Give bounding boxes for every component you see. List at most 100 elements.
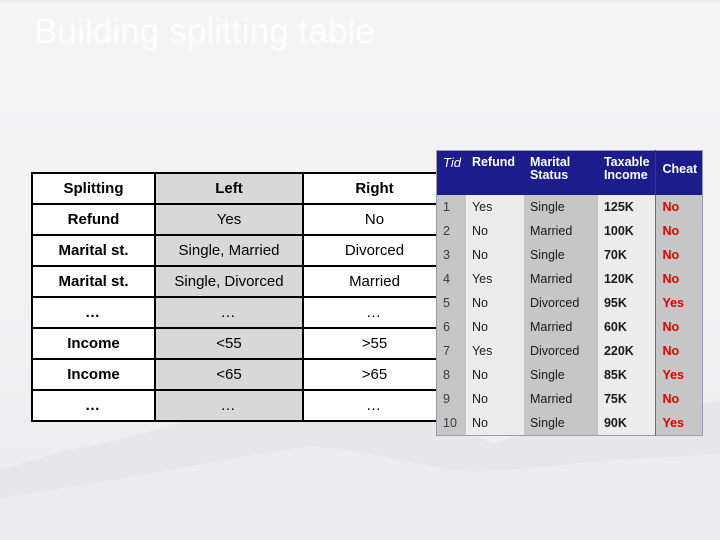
cell-cheat: No bbox=[655, 194, 703, 219]
table-row: Income <65 >65 bbox=[31, 358, 447, 391]
splitting-right: No bbox=[302, 203, 447, 236]
cell-tid: 10 bbox=[436, 410, 466, 435]
cell-marital: Single bbox=[523, 362, 598, 387]
table-row: 4 Yes Married 120K No bbox=[436, 266, 703, 291]
splitting-header-left: Left bbox=[154, 172, 304, 205]
cell-cheat: Yes bbox=[655, 290, 703, 315]
cell-refund: No bbox=[465, 314, 524, 339]
page-title: Building splitting table bbox=[34, 12, 375, 51]
splitting-right: Divorced bbox=[302, 234, 447, 267]
cell-income: 60K bbox=[597, 314, 656, 339]
cell-refund: No bbox=[465, 290, 524, 315]
cell-tid: 7 bbox=[436, 338, 466, 363]
cell-tid: 8 bbox=[436, 362, 466, 387]
income-header-line1: Taxable bbox=[603, 155, 650, 169]
income-header-line2: Income bbox=[603, 168, 648, 182]
splitting-attribute: … bbox=[31, 296, 156, 329]
cell-marital: Divorced bbox=[523, 338, 598, 363]
cell-cheat: Yes bbox=[655, 362, 703, 387]
cell-refund: No bbox=[465, 242, 524, 267]
table-row: 3 No Single 70K No bbox=[436, 242, 703, 267]
data-header-tid: Tid bbox=[436, 150, 466, 195]
splitting-attribute: Income bbox=[31, 358, 156, 391]
table-row: 6 No Married 60K No bbox=[436, 314, 703, 339]
table-row: 2 No Married 100K No bbox=[436, 218, 703, 243]
cell-tid: 2 bbox=[436, 218, 466, 243]
cell-income: 220K bbox=[597, 338, 656, 363]
cell-income: 125K bbox=[597, 194, 656, 219]
cell-tid: 9 bbox=[436, 386, 466, 411]
cell-refund: Yes bbox=[465, 194, 524, 219]
table-row: 1 Yes Single 125K No bbox=[436, 194, 703, 219]
cell-income: 75K bbox=[597, 386, 656, 411]
splitting-table: Splitting Left Right Refund Yes No Marit… bbox=[31, 172, 447, 422]
cell-cheat: No bbox=[655, 242, 703, 267]
table-row: Marital st. Single, Married Divorced bbox=[31, 234, 447, 267]
splitting-attribute: Income bbox=[31, 327, 156, 360]
data-table-body: 1 Yes Single 125K No 2 No Married 100K N… bbox=[436, 194, 703, 435]
splitting-table-header-row: Splitting Left Right bbox=[31, 172, 447, 205]
table-row: Marital st. Single, Divorced Married bbox=[31, 265, 447, 298]
data-header-refund: Refund bbox=[465, 150, 524, 195]
splitting-header-right: Right bbox=[302, 172, 447, 205]
splitting-header-splitting: Splitting bbox=[31, 172, 156, 205]
data-header-cheat: Cheat bbox=[655, 150, 703, 195]
cell-refund: No bbox=[465, 386, 524, 411]
cell-marital: Married bbox=[523, 386, 598, 411]
cell-income: 70K bbox=[597, 242, 656, 267]
data-table-header: Tid Refund Marital Status Taxable Income C… bbox=[436, 150, 703, 195]
splitting-left: … bbox=[154, 296, 304, 329]
marital-header-line2: Status bbox=[529, 168, 569, 182]
cell-marital: Divorced bbox=[523, 290, 598, 315]
cell-cheat: No bbox=[655, 266, 703, 291]
splitting-left: … bbox=[154, 389, 304, 422]
background-top-rule bbox=[0, 0, 720, 2]
cell-marital: Married bbox=[523, 266, 598, 291]
cell-refund: No bbox=[465, 410, 524, 435]
splitting-right: >55 bbox=[302, 327, 447, 360]
splitting-attribute: Marital st. bbox=[31, 234, 156, 267]
table-row: Refund Yes No bbox=[31, 203, 447, 236]
cell-tid: 6 bbox=[436, 314, 466, 339]
cell-marital: Single bbox=[523, 410, 598, 435]
cell-income: 120K bbox=[597, 266, 656, 291]
cell-refund: Yes bbox=[465, 266, 524, 291]
cell-tid: 3 bbox=[436, 242, 466, 267]
table-row: 7 Yes Divorced 220K No bbox=[436, 338, 703, 363]
cell-cheat: No bbox=[655, 386, 703, 411]
cell-income: 90K bbox=[597, 410, 656, 435]
cell-refund: Yes bbox=[465, 338, 524, 363]
cell-marital: Single bbox=[523, 242, 598, 267]
splitting-attribute: Marital st. bbox=[31, 265, 156, 298]
table-row: 5 No Divorced 95K Yes bbox=[436, 290, 703, 315]
table-row: 10 No Single 90K Yes bbox=[436, 410, 703, 435]
cell-cheat: No bbox=[655, 338, 703, 363]
cell-cheat: Yes bbox=[655, 410, 703, 435]
splitting-left: <65 bbox=[154, 358, 304, 391]
cell-marital: Married bbox=[523, 218, 598, 243]
splitting-left: Single, Married bbox=[154, 234, 304, 267]
cell-cheat: No bbox=[655, 314, 703, 339]
marital-header-line1: Marital bbox=[529, 155, 571, 169]
cell-refund: No bbox=[465, 218, 524, 243]
cell-income: 95K bbox=[597, 290, 656, 315]
cell-income: 85K bbox=[597, 362, 656, 387]
splitting-right: Married bbox=[302, 265, 447, 298]
source-data-table: Tid Refund Marital Status Taxable Income C… bbox=[436, 150, 704, 436]
table-row: … … … bbox=[31, 296, 447, 329]
cell-marital: Single bbox=[523, 194, 598, 219]
splitting-right: … bbox=[302, 296, 447, 329]
splitting-left: <55 bbox=[154, 327, 304, 360]
cell-tid: 4 bbox=[436, 266, 466, 291]
splitting-attribute: Refund bbox=[31, 203, 156, 236]
splitting-right: … bbox=[302, 389, 447, 422]
table-row: … … … bbox=[31, 389, 447, 422]
data-header-income: Taxable Income bbox=[597, 150, 656, 195]
table-row: Income <55 >55 bbox=[31, 327, 447, 360]
splitting-right: >65 bbox=[302, 358, 447, 391]
cell-tid: 5 bbox=[436, 290, 466, 315]
cell-tid: 1 bbox=[436, 194, 466, 219]
table-row: 9 No Married 75K No bbox=[436, 386, 703, 411]
table-row: 8 No Single 85K Yes bbox=[436, 362, 703, 387]
splitting-table-body: Splitting Left Right Refund Yes No Marit… bbox=[31, 172, 447, 422]
